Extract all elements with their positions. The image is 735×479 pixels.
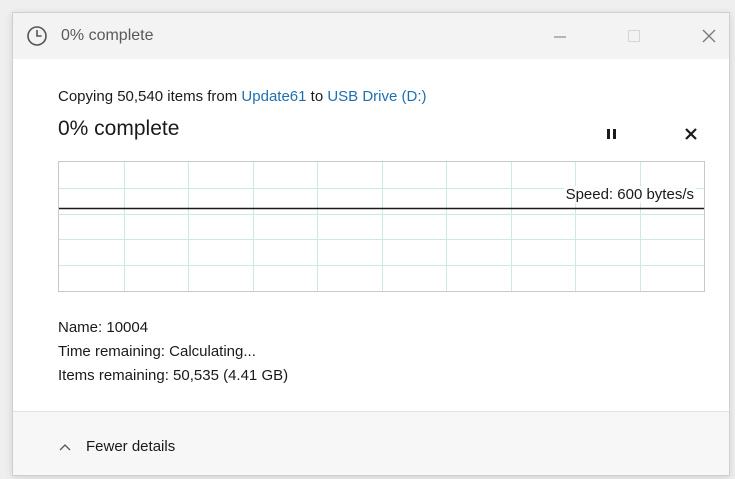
copy-summary: Copying 50,540 items from Update61 to US… bbox=[58, 88, 427, 105]
copy-middle: to bbox=[306, 88, 328, 105]
maximize-icon bbox=[627, 29, 641, 43]
pause-button[interactable] bbox=[604, 126, 620, 142]
copy-details: Name: 10004 Time remaining: Calculating.… bbox=[58, 316, 288, 388]
fewer-details-label: Fewer details bbox=[86, 438, 176, 455]
percent-complete-heading: 0% complete bbox=[58, 117, 180, 140]
window-title: 0% complete bbox=[61, 27, 154, 44]
chevron-up-icon bbox=[59, 443, 71, 450]
destination-link[interactable]: USB Drive (D:) bbox=[327, 88, 426, 105]
current-file-name: Name: 10004 bbox=[58, 319, 149, 336]
copy-prefix: Copying 50,540 items from bbox=[58, 88, 242, 105]
speed-graph: Speed: 600 bytes/s bbox=[58, 161, 705, 292]
close-icon bbox=[702, 29, 716, 43]
speed-graph-grid bbox=[59, 162, 704, 291]
close-window-button[interactable] bbox=[698, 25, 720, 47]
items-remaining: Items remaining: 50,535 (4.41 GB) bbox=[58, 367, 289, 384]
time-remaining: Time remaining: Calculating... bbox=[58, 343, 256, 360]
cancel-icon bbox=[685, 128, 697, 140]
maximize-button[interactable] bbox=[623, 25, 645, 47]
minimize-icon bbox=[554, 36, 566, 38]
pause-icon bbox=[607, 129, 616, 139]
source-link[interactable]: Update61 bbox=[241, 88, 306, 105]
speed-label: Speed: 600 bytes/s bbox=[563, 186, 696, 203]
minimize-button[interactable] bbox=[549, 25, 571, 47]
clock-icon bbox=[26, 25, 48, 47]
title-bar[interactable]: 0% complete bbox=[13, 13, 729, 59]
cancel-copy-button[interactable] bbox=[682, 125, 700, 143]
copy-progress-dialog: 0% complete Copying 50,540 items from Up… bbox=[12, 12, 730, 476]
fewer-details-button[interactable]: Fewer details bbox=[58, 438, 175, 455]
